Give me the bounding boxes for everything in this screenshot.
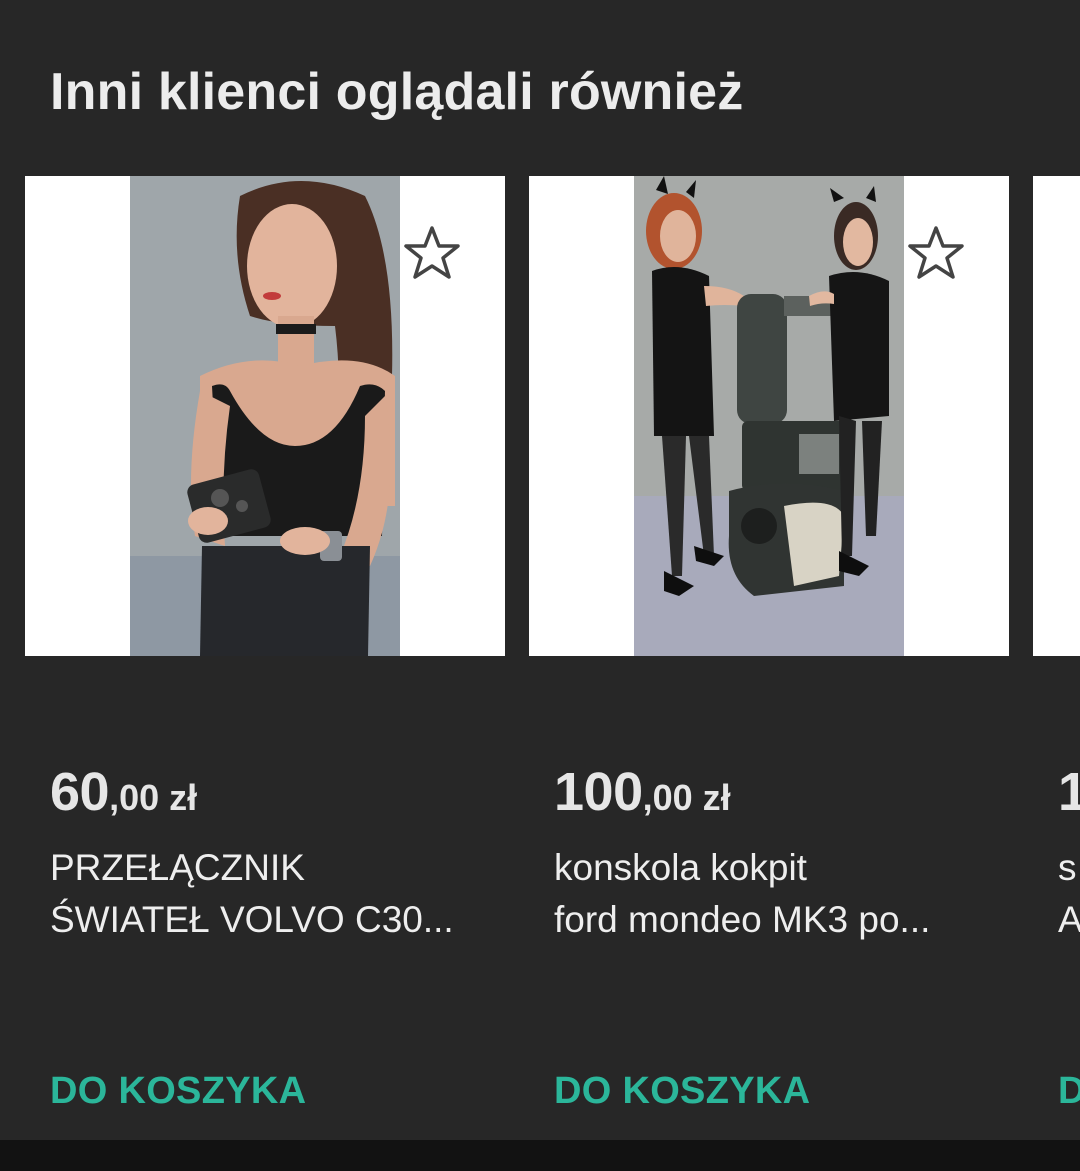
product-carousel[interactable]: 60,00 zł PRZEŁĄCZNIK ŚWIATEŁ VOLVO C30..… [25, 176, 1080, 1140]
product-title-line: A [1058, 894, 1080, 946]
product-title[interactable]: PRZEŁĄCZNIK ŚWIATEŁ VOLVO C30... [50, 842, 490, 946]
product-image[interactable] [529, 176, 1009, 656]
add-to-cart-button[interactable]: DO KOSZYKA [554, 1063, 810, 1119]
product-card[interactable]: 60,00 zł PRZEŁĄCZNIK ŚWIATEŁ VOLVO C30..… [25, 176, 505, 1140]
product-image[interactable] [25, 176, 505, 656]
product-image[interactable] [1033, 176, 1080, 656]
product-card[interactable]: 1 s A D [1033, 176, 1080, 1140]
product-price: 60,00 zł [50, 761, 197, 823]
price-fraction: ,00 zł [109, 777, 198, 818]
favorite-button[interactable] [401, 222, 463, 284]
product-title-line: PRZEŁĄCZNIK [50, 847, 305, 888]
bottom-bar [0, 1140, 1080, 1171]
product-card[interactable]: 100,00 zł konskola kokpit ford mondeo MK… [529, 176, 1009, 1140]
add-to-cart-button[interactable]: D [1058, 1063, 1080, 1119]
price-fraction: ,00 zł [642, 777, 731, 818]
add-to-cart-button[interactable]: DO KOSZYKA [50, 1063, 306, 1119]
section-title: Inni klienci oglądali również [50, 63, 744, 121]
favorite-button[interactable] [905, 222, 967, 284]
product-title-line: ŚWIATEŁ VOLVO C30... [50, 899, 454, 940]
star-outline-icon [908, 226, 964, 279]
product-photo [634, 176, 904, 656]
product-price: 100,00 zł [554, 761, 731, 823]
recommendations-panel: Inni klienci oglądali również 60,00 zł P… [0, 0, 1080, 1140]
price-main: 100 [554, 762, 643, 822]
product-title-line: ford mondeo MK3 po... [554, 899, 931, 940]
price-main: 1 [1058, 762, 1080, 822]
product-price: 1 [1058, 761, 1080, 823]
product-photo [130, 176, 400, 656]
product-title-line: s [1058, 847, 1077, 888]
product-title[interactable]: konskola kokpit ford mondeo MK3 po... [554, 842, 994, 946]
product-title[interactable]: s A [1058, 842, 1080, 946]
product-title-line: konskola kokpit [554, 847, 807, 888]
price-main: 60 [50, 762, 110, 822]
star-outline-icon [404, 226, 460, 279]
